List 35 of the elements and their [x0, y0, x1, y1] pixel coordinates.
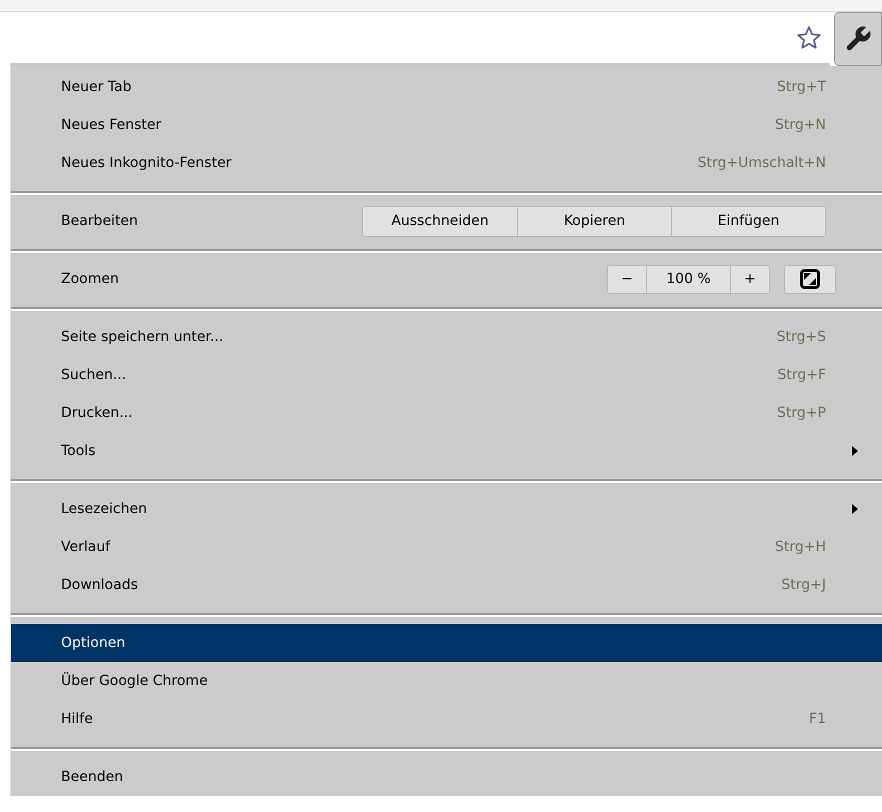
menu-item[interactable]: Optionen [11, 624, 882, 662]
menu-item[interactable]: Neues Fenster Strg+N [11, 106, 882, 144]
menu-item-label: Zoomen [61, 270, 120, 288]
star-icon[interactable] [796, 24, 822, 50]
shortcut-label: F1 [809, 710, 826, 728]
shortcut-label: Strg+N [775, 116, 826, 134]
zoom-level: 100 % [646, 266, 731, 292]
menu-item-label: Bearbeiten [61, 212, 139, 230]
menu-item[interactable]: Neuer Tab Strg+T [11, 68, 882, 106]
zoom-out-button[interactable]: − [608, 266, 646, 292]
menu-item[interactable]: Hilfe F1 [11, 700, 882, 738]
shortcut-label: Strg+Umschalt+N [698, 154, 826, 172]
shortcut-label: Strg+P [777, 404, 826, 422]
edit-button[interactable]: Kopieren [517, 206, 671, 236]
menu-item[interactable]: Über Google Chrome [11, 662, 882, 700]
shortcut-label: Strg+S [776, 328, 826, 346]
menu-item[interactable]: Seite speichern unter... Strg+S [11, 318, 882, 356]
menu-item[interactable]: Verlauf Strg+H [11, 528, 882, 566]
shortcut-label: Strg+T [776, 78, 826, 96]
shortcut-label: Strg+H [774, 538, 826, 556]
menu-item[interactable]: Neues Inkognito-Fenster Strg+Umschalt+N [11, 144, 882, 182]
shortcut-label: Strg+J [781, 576, 826, 594]
menu-item[interactable]: Drucken... Strg+P [11, 394, 882, 432]
fullscreen-icon [800, 269, 820, 289]
fullscreen-button[interactable] [784, 264, 836, 294]
edit-button[interactable]: Einfügen [671, 206, 825, 236]
edit-button[interactable]: Ausschneiden [363, 206, 517, 236]
zoom-in-button[interactable]: + [731, 266, 769, 292]
wrench-button[interactable] [834, 12, 882, 66]
menu-item[interactable]: Beenden [11, 758, 882, 796]
menu-item[interactable]: Lesezeichen [11, 490, 882, 528]
menu-item[interactable]: Suchen... Strg+F [11, 356, 882, 394]
menu-item[interactable]: Downloads Strg+J [11, 566, 882, 604]
menu-item[interactable]: Tools [11, 432, 882, 470]
shortcut-label: Strg+F [777, 366, 826, 384]
